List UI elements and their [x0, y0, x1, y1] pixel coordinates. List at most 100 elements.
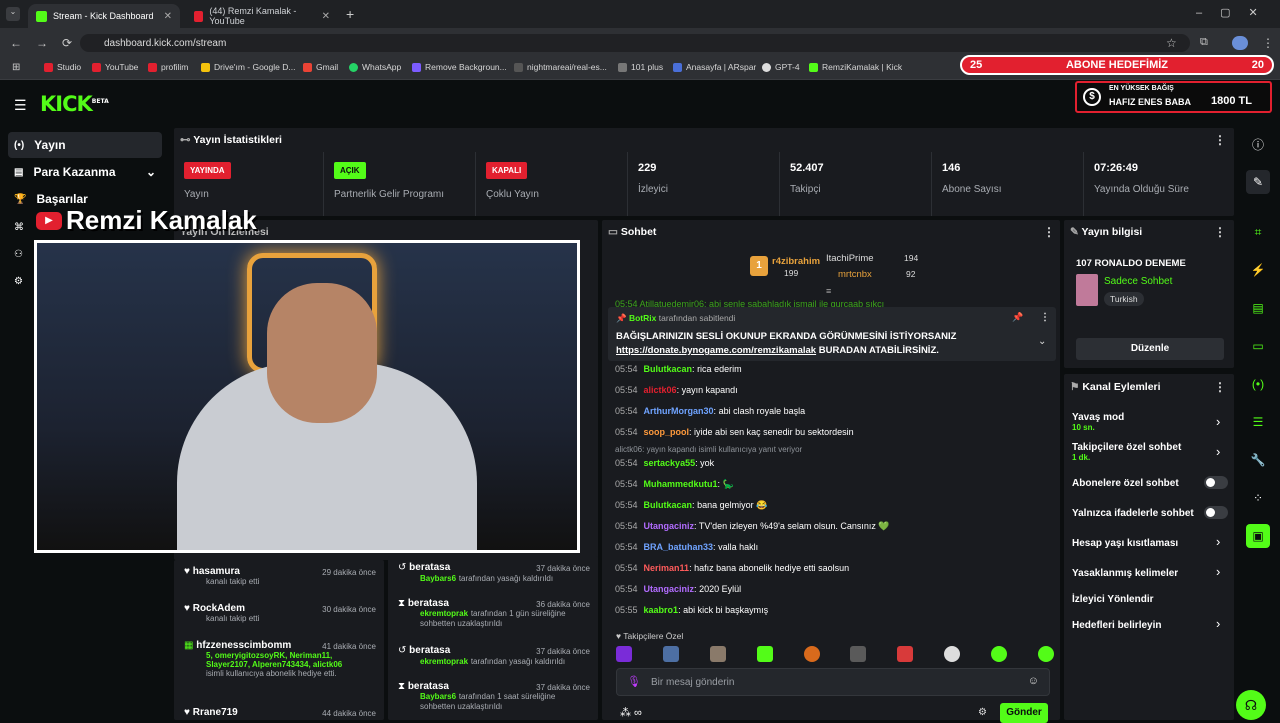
support-headset-icon[interactable]: ☊ [1236, 690, 1266, 720]
new-tab-icon[interactable]: + [346, 6, 354, 22]
chat-message[interactable]: 05:54 sertackya55: yok [615, 458, 714, 468]
chat-message[interactable]: 05:55 kaabro1: abi kick bi başkaymış [615, 605, 768, 615]
bookmark-item[interactable]: Gmail [303, 62, 338, 72]
browser-tab-kick[interactable]: Stream - Kick Dashboard ✕ [28, 4, 180, 28]
browser-tab-youtube[interactable]: (44) Remzi Kamalak - YouTube ✕ [186, 4, 338, 28]
close-tab-icon[interactable]: ✕ [322, 11, 330, 22]
bookmark-item[interactable]: profilim [148, 62, 188, 72]
expand-gifters-icon[interactable]: ≡ [826, 286, 831, 296]
users-icon[interactable]: ⚇ [14, 249, 23, 260]
chat-message[interactable]: 05:54 Neriman11: hafız bana abonelik hedi… [615, 563, 849, 573]
close-tab-icon[interactable]: ✕ [164, 11, 172, 22]
donate-link[interactable]: https://donate.bynogame.com/remzikamalak [616, 345, 816, 356]
bookmark-item[interactable]: Anasayfa | ARspar [673, 62, 756, 72]
gifter-name[interactable]: ItachiPrime [826, 253, 874, 264]
chat-menu-icon[interactable]: ⋮ [1043, 225, 1055, 239]
chat-username[interactable]: Utangaciniz [644, 584, 695, 594]
unpin-icon[interactable]: 📌 [1012, 312, 1023, 323]
nav-icon[interactable]: ⌘ [14, 222, 24, 233]
action-account-age[interactable]: Hesap yaşı kısıtlaması [1072, 538, 1178, 549]
bookmark-item[interactable]: Remove Backgroun... [412, 62, 507, 72]
action-goals[interactable]: Hedefleri belirleyin [1072, 620, 1161, 631]
action-followers-only[interactable]: Takipçilere özel sohbet 1 dk. [1072, 442, 1181, 462]
bookmark-item[interactable]: WhatsApp [349, 62, 401, 72]
chevron-right-icon[interactable]: › [1216, 534, 1220, 549]
stats-menu-icon[interactable]: ⋮ [1214, 133, 1226, 147]
chat-message[interactable]: 05:54 BRA_batuhan33: valla haklı [615, 542, 758, 552]
chat-message[interactable]: 05:54 Utangaciniz: 2020 Eylül [615, 584, 741, 594]
chat-username[interactable]: sertackya55 [644, 458, 696, 468]
document-icon[interactable]: ▤ [1246, 296, 1270, 320]
subscribers-only-toggle[interactable] [1204, 476, 1228, 489]
chevron-down-icon[interactable]: ⌄ [1038, 336, 1046, 347]
nav-item-para-kazanma[interactable]: ▤ Para Kazanma ⌄ [8, 159, 162, 185]
apps-grid-icon[interactable]: ⊞ [12, 62, 20, 73]
chat-message[interactable]: 05:54 Utangaciniz: TV'den izleyen %49'a s… [615, 521, 890, 532]
chat-username[interactable]: Muhammedkutu1 [644, 479, 718, 489]
bookmark-item[interactable]: YouTube [92, 62, 138, 72]
edit-button[interactable]: Düzenle [1076, 338, 1224, 360]
chat-tools-icon[interactable]: ⁂ ∞ [620, 706, 642, 719]
chat-message[interactable]: 05:54 ArthurMorgan30: abi clash royale ba… [615, 406, 805, 416]
wrench-icon[interactable]: 🔧 [1246, 448, 1270, 472]
chat-username[interactable]: Bulutkacan [644, 500, 693, 510]
profile-avatar[interactable] [1232, 36, 1248, 50]
emote-icon[interactable] [897, 646, 914, 662]
grid-dots-icon[interactable]: ⁘ [1246, 486, 1270, 510]
pinned-menu-icon[interactable]: ⋮ [1040, 312, 1050, 323]
top-gifter-name[interactable]: r4zibrahim [772, 256, 820, 267]
emote-icon[interactable] [1037, 646, 1054, 662]
tab-search-icon[interactable]: ⌄ [6, 7, 20, 21]
browser-menu-icon[interactable]: ⋮ [1262, 36, 1274, 50]
chat-username[interactable]: ArthurMorgan30 [644, 406, 714, 416]
bolt-icon[interactable]: ⚡ [1246, 258, 1270, 282]
extensions-icon[interactable]: ⧉ [1200, 36, 1208, 49]
chat-bubble-icon[interactable]: ▭ [1246, 334, 1270, 358]
chat-username[interactable]: Utangaciniz [644, 521, 695, 531]
emoji-icon[interactable]: ☺ [1028, 675, 1039, 687]
url-field[interactable]: dashboard.kick.com/stream [80, 34, 1190, 52]
chevron-right-icon[interactable]: › [1216, 564, 1220, 579]
chat-message[interactable]: 05:54 alictk06: yayın kapandı [615, 385, 738, 395]
chevron-right-icon[interactable]: › [1216, 444, 1220, 459]
chat-message[interactable]: 05:54 Bulutkacan: rica ederim [615, 364, 742, 374]
chevron-right-icon[interactable]: › [1216, 616, 1220, 631]
chat-input[interactable]: 🎙 Bir mesaj gönderin ☺ [616, 668, 1050, 696]
emote-icon[interactable] [709, 646, 726, 662]
broadcast-icon[interactable]: (•) [1246, 372, 1270, 396]
bookmark-item[interactable]: nightmareai/real-es... [514, 62, 607, 72]
action-slow-mode[interactable]: Yavaş mod 10 sn. [1072, 412, 1124, 432]
emote-icon[interactable] [662, 646, 679, 662]
category-name[interactable]: Sadece Sohbet [1104, 276, 1172, 287]
chat-username[interactable]: Bulutkacan [644, 364, 693, 374]
nav-arrows-icon[interactable]: ←→⟳ [10, 36, 86, 50]
emote-icon[interactable] [803, 646, 820, 662]
emotes-only-toggle[interactable] [1204, 506, 1228, 519]
app-icon[interactable]: ▣ [1246, 524, 1270, 548]
microphone-icon[interactable]: 🎙 [627, 675, 641, 688]
send-button[interactable]: Gönder [1000, 703, 1048, 723]
emote-icon[interactable] [944, 646, 961, 662]
gifter-name[interactable]: mrtcnbx [838, 269, 872, 280]
chat-username[interactable]: alictk06 [644, 385, 677, 395]
emote-icon[interactable] [756, 646, 773, 662]
settings-gear-icon[interactable]: ⚙ [14, 276, 23, 287]
bookmark-item[interactable]: Studio [44, 62, 81, 72]
chat-username[interactable]: Neriman11 [644, 563, 690, 573]
kick-logo[interactable]: KICKBETA [40, 92, 109, 116]
window-controls[interactable]: –▢✕ [1196, 6, 1276, 19]
chat-message[interactable]: 05:54 soop_pool: iyide abi sen kaç senedi… [615, 427, 854, 437]
focus-icon[interactable]: ⌗ [1246, 220, 1270, 244]
action-raid[interactable]: İzleyici Yönlendir [1072, 594, 1154, 605]
bookmark-item[interactable]: 101 plus [618, 62, 663, 72]
emote-icon[interactable] [850, 646, 867, 662]
layers-icon[interactable]: ☰ [1246, 410, 1270, 434]
chat-username[interactable]: BRA_batuhan33 [644, 542, 714, 552]
chevron-right-icon[interactable]: › [1216, 414, 1220, 429]
chat-username[interactable]: soop_pool [644, 427, 690, 437]
bookmark-star-icon[interactable]: ☆ [1166, 36, 1177, 50]
bookmark-item[interactable]: GPT-4 [762, 62, 800, 72]
channel-actions-menu-icon[interactable]: ⋮ [1214, 380, 1226, 394]
nav-item-yayin[interactable]: (•) Yayın [8, 132, 162, 158]
stream-preview-video[interactable] [34, 240, 580, 553]
